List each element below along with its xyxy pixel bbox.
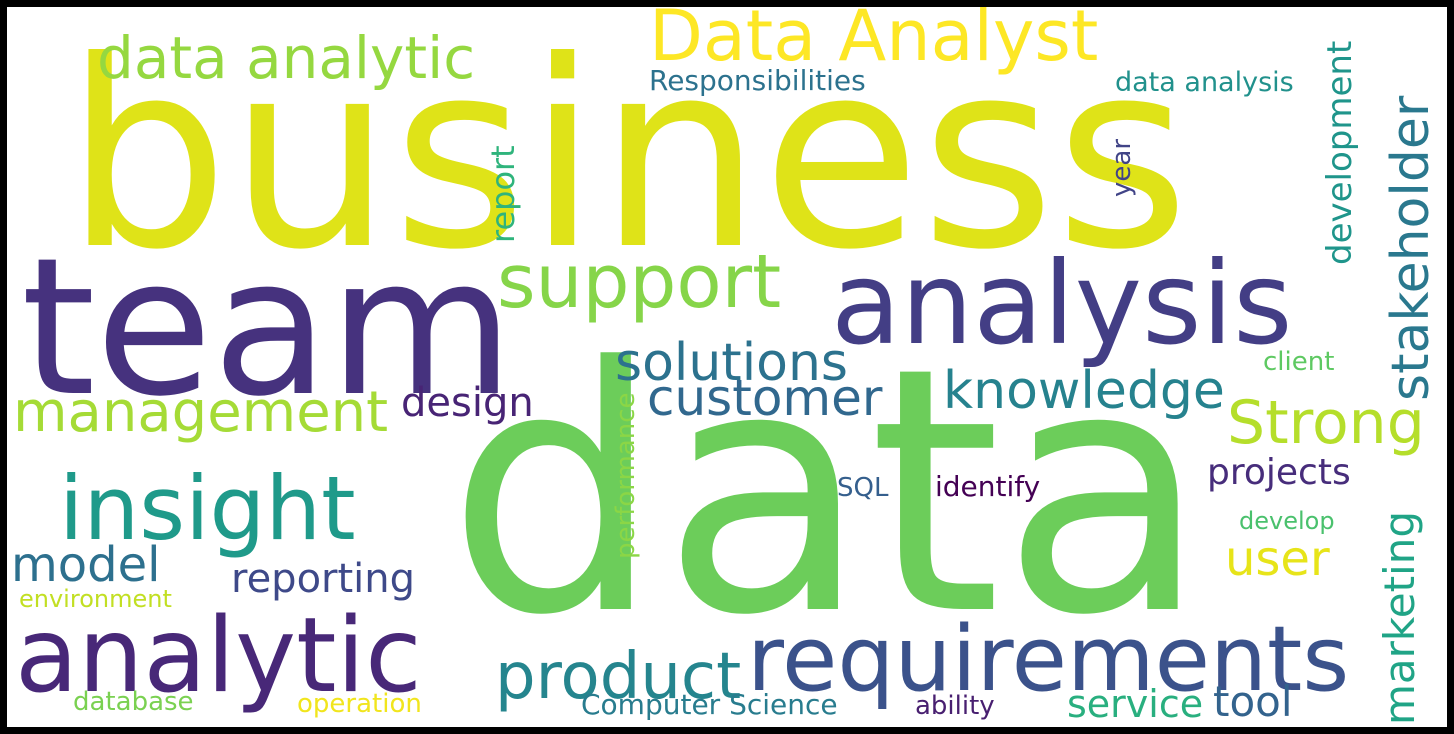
word-data-analyst: Data Analyst	[649, 7, 1099, 77]
word-year: year	[1107, 138, 1137, 197]
word-marketing: marketing	[1375, 511, 1424, 725]
word-report: report	[484, 145, 522, 243]
word-management: management	[13, 380, 389, 445]
word-support: support	[497, 239, 782, 325]
word-environment: environment	[19, 585, 172, 613]
word-tool: tool	[1213, 677, 1293, 726]
word-identify: identify	[935, 470, 1041, 503]
word-stakeholder: stakeholder	[1381, 95, 1441, 401]
word-ability: ability	[915, 691, 995, 721]
word-reporting: reporting	[231, 556, 416, 602]
word-client: client	[1263, 347, 1335, 377]
word-data-analytic: data analytic	[97, 24, 476, 92]
word-customer: customer	[647, 369, 883, 427]
word-computer-science: Computer Science	[581, 688, 838, 721]
word-data-analysis: data analysis	[1115, 67, 1294, 98]
word-develop: develop	[1239, 507, 1335, 535]
word-knowledge: knowledge	[943, 361, 1225, 421]
word-service: service	[1067, 682, 1204, 726]
word-user: user	[1225, 531, 1330, 587]
word-analysis: analysis	[831, 237, 1293, 370]
word-design: design	[401, 380, 534, 426]
word-database: database	[73, 687, 194, 717]
word-performance: performance	[611, 392, 641, 559]
word-projects: projects	[1207, 452, 1351, 493]
word-strong: Strong	[1227, 388, 1425, 458]
word-development: development	[1320, 40, 1360, 265]
word-model: model	[11, 537, 161, 593]
word-responsibilities: Responsibilities	[649, 64, 866, 97]
word-operation: operation	[297, 689, 422, 719]
word-cloud: business data team analysis analytic req…	[7, 7, 1447, 727]
word-sql: SQL	[837, 473, 889, 503]
